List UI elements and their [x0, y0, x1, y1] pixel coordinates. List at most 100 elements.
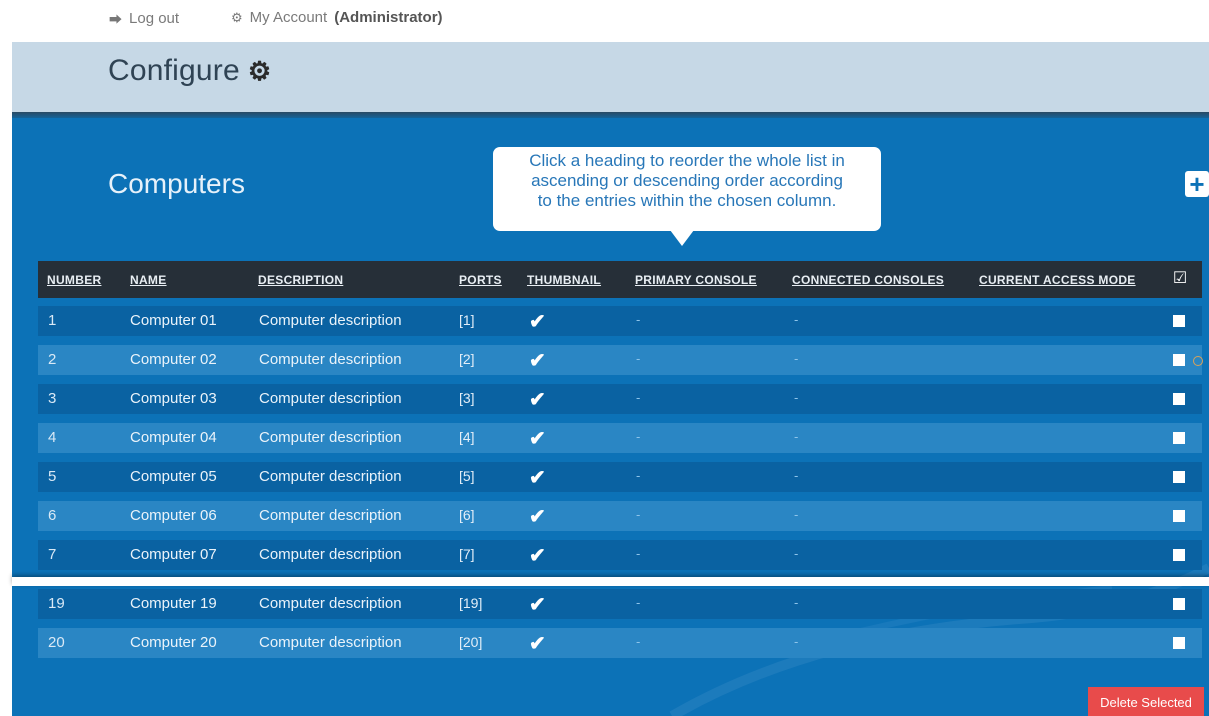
row-description: Computer description [259, 429, 402, 446]
row-checkbox[interactable] [1173, 432, 1185, 444]
table-row[interactable]: 19 Computer 19 Computer description [19]… [38, 589, 1202, 619]
plus-icon: + [1189, 169, 1205, 199]
logout-link[interactable]: ⮕ Log out [109, 9, 179, 28]
row-description: Computer description [259, 507, 402, 524]
table-row[interactable]: 4 Computer 04 Computer description [4] ✔… [38, 423, 1202, 453]
row-number: 20 [48, 634, 65, 651]
row-number: 4 [48, 429, 57, 446]
row-primary-console: - [636, 312, 641, 327]
page-title: Configure ⚙ [108, 54, 271, 88]
checkmark-icon: ✔ [529, 389, 546, 411]
table-row[interactable]: 1 Computer 01 Computer description [1] ✔… [38, 306, 1202, 336]
column-header-thumbnail[interactable]: THUMBNAIL [527, 273, 601, 287]
checkmark-icon: ✔ [529, 350, 546, 372]
checkmark-icon: ✔ [529, 633, 546, 655]
table-row[interactable]: 7 Computer 07 Computer description [7] ✔… [38, 540, 1202, 570]
row-name: Computer 04 [130, 429, 217, 446]
select-all-checkbox[interactable]: ☑ [1171, 268, 1189, 287]
checkmark-icon: ✔ [529, 428, 546, 450]
gears-icon: ⚙ [231, 9, 243, 25]
table-row[interactable]: 20 Computer 20 Computer description [20]… [38, 628, 1202, 658]
tooltip-line: to the entries within the chosen column. [537, 191, 837, 210]
row-connected-consoles: - [794, 595, 799, 610]
drag-handle-icon[interactable] [1193, 356, 1203, 366]
table-row[interactable]: 5 Computer 05 Computer description [5] ✔… [38, 462, 1202, 492]
table-row[interactable]: 6 Computer 06 Computer description [6] ✔… [38, 501, 1202, 531]
row-ports: [1] [459, 312, 475, 328]
column-header-description[interactable]: DESCRIPTION [258, 273, 343, 287]
row-ports: [2] [459, 351, 475, 367]
sign-out-icon: ⮕ [109, 12, 123, 27]
row-connected-consoles: - [794, 546, 799, 561]
row-number: 19 [48, 595, 65, 612]
row-primary-console: - [636, 507, 641, 522]
row-name: Computer 20 [130, 634, 217, 651]
row-checkbox[interactable] [1173, 510, 1185, 522]
row-description: Computer description [259, 468, 402, 485]
help-tooltip: Click a heading to reorder the whole lis… [493, 147, 881, 246]
row-primary-console: - [636, 351, 641, 366]
add-computer-button[interactable]: + [1185, 171, 1209, 197]
row-number: 3 [48, 390, 57, 407]
row-number: 5 [48, 468, 57, 485]
row-ports: [6] [459, 507, 475, 523]
row-name: Computer 02 [130, 351, 217, 368]
my-account-link[interactable]: ⚙ My Account (Administrator) [231, 9, 443, 26]
column-header-connected-consoles[interactable]: CONNECTED CONSOLES [792, 273, 944, 287]
row-description: Computer description [259, 546, 402, 563]
table-row[interactable]: 2 Computer 02 Computer description [2] ✔… [38, 345, 1202, 375]
row-ports: [19] [459, 595, 483, 611]
row-ports: [4] [459, 429, 475, 445]
top-bar: ⮕ Log out ⚙ My Account (Administrator) [0, 0, 1209, 40]
column-header-primary-console[interactable]: PRIMARY CONSOLE [635, 273, 757, 287]
row-checkbox[interactable] [1173, 637, 1185, 649]
row-connected-consoles: - [794, 634, 799, 649]
row-primary-console: - [636, 595, 641, 610]
checkmark-icon: ✔ [529, 311, 546, 333]
row-description: Computer description [259, 634, 402, 651]
row-name: Computer 06 [130, 507, 217, 524]
row-primary-console: - [636, 390, 641, 405]
row-name: Computer 03 [130, 390, 217, 407]
column-header-name[interactable]: NAME [130, 273, 167, 287]
row-name: Computer 07 [130, 546, 217, 563]
row-name: Computer 01 [130, 312, 217, 329]
row-number: 1 [48, 312, 57, 329]
gears-icon: ⚙ [247, 55, 272, 86]
row-name: Computer 19 [130, 595, 217, 612]
tooltip-line: Click a heading to reorder the whole lis… [529, 151, 845, 170]
column-header-ports[interactable]: PORTS [459, 273, 502, 287]
column-header-current-access-mode[interactable]: CURRENT ACCESS MODE [979, 273, 1136, 287]
row-description: Computer description [259, 312, 402, 329]
table-row[interactable]: 3 Computer 03 Computer description [3] ✔… [38, 384, 1202, 414]
row-checkbox[interactable] [1173, 471, 1185, 483]
checkmark-icon: ✔ [529, 594, 546, 616]
delete-selected-button[interactable]: Delete Selected [1088, 687, 1204, 716]
row-checkbox[interactable] [1173, 549, 1185, 561]
row-primary-console: - [636, 468, 641, 483]
column-header-number[interactable]: NUMBER [47, 273, 101, 287]
row-checkbox[interactable] [1173, 315, 1185, 327]
account-label: My Account [249, 9, 328, 26]
row-checkbox[interactable] [1173, 354, 1185, 366]
row-description: Computer description [259, 390, 402, 407]
row-number: 2 [48, 351, 57, 368]
checkmark-icon: ✔ [529, 545, 546, 567]
row-checkbox[interactable] [1173, 598, 1185, 610]
row-primary-console: - [636, 634, 641, 649]
row-number: 7 [48, 546, 57, 563]
row-ports: [5] [459, 468, 475, 484]
row-name: Computer 05 [130, 468, 217, 485]
list-break-divider [12, 577, 1209, 586]
row-ports: [20] [459, 634, 483, 650]
row-connected-consoles: - [794, 429, 799, 444]
row-ports: [7] [459, 546, 475, 562]
logout-label: Log out [129, 10, 180, 27]
computers-panel: Computers + Click a heading to reorder t… [12, 118, 1209, 716]
table-header: NUMBER NAME DESCRIPTION PORTS THUMBNAIL … [38, 261, 1202, 298]
row-description: Computer description [259, 351, 402, 368]
configure-title: Configure [108, 54, 240, 87]
tooltip-line: ascending or descending order according [531, 171, 843, 190]
row-primary-console: - [636, 429, 641, 444]
row-checkbox[interactable] [1173, 393, 1185, 405]
